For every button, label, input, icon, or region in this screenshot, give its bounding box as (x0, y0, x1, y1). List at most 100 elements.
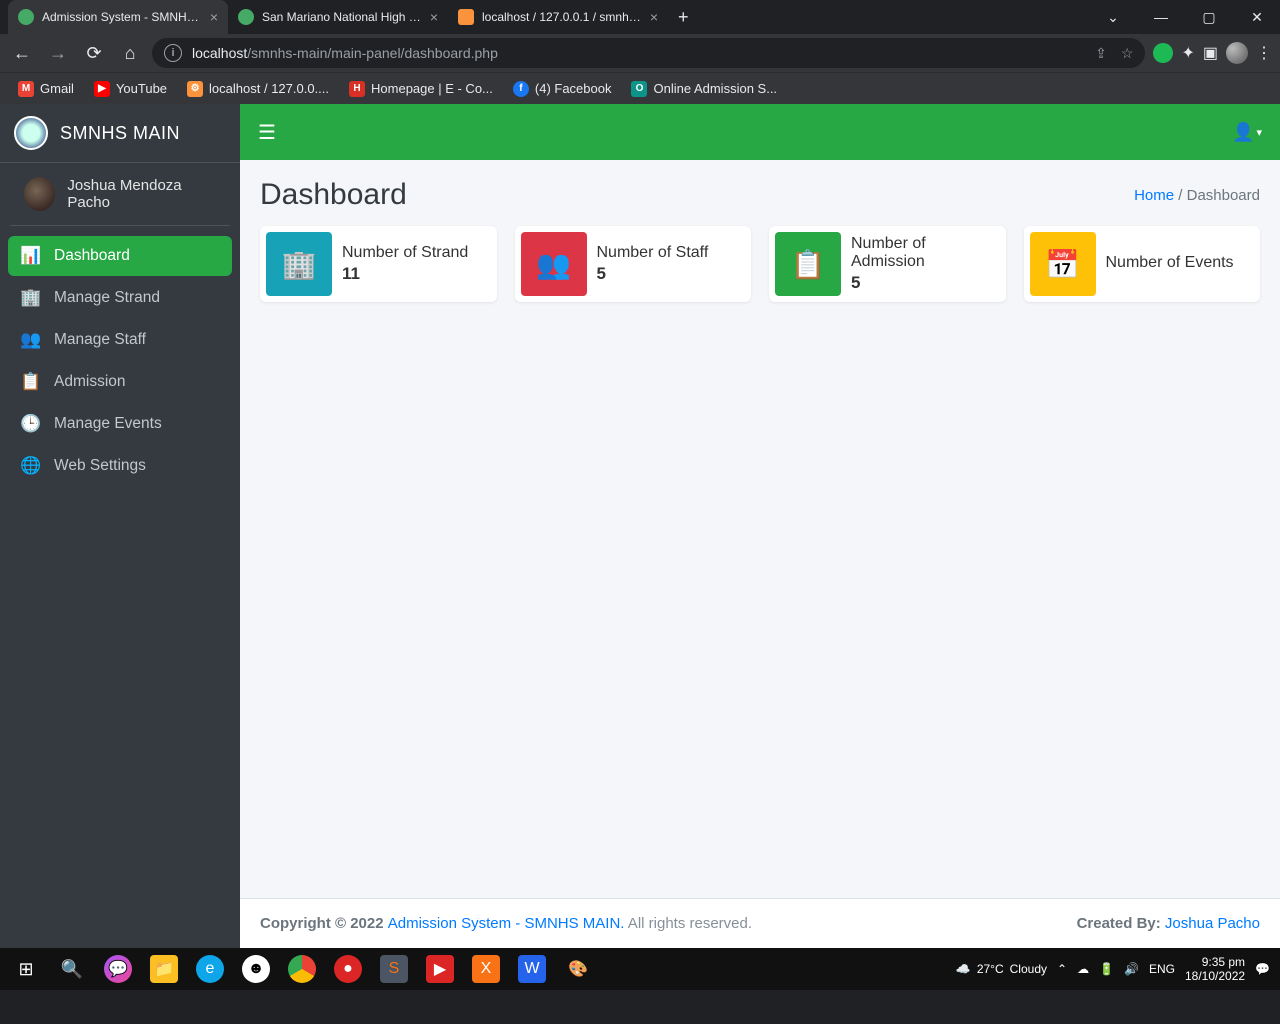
back-button[interactable]: ← (8, 43, 36, 64)
taskbar: ⊞ 🔍 💬 📁 e ☻ ● S ▶ X W 🎨 ☁️ 27°C Cloudy ⌃… (0, 948, 1280, 990)
favicon-icon (18, 9, 34, 25)
bookmark-gmail[interactable]: MGmail (10, 77, 82, 101)
sidebar-item-label: Manage Strand (54, 289, 160, 307)
weather-widget[interactable]: ☁️ 27°C Cloudy (956, 962, 1047, 976)
card-label: Number of Events (1106, 254, 1234, 272)
card-strand[interactable]: 🏢 Number of Strand11 (260, 226, 497, 302)
share-icon[interactable]: ⇪ (1095, 45, 1107, 62)
clock[interactable]: 9:35 pm 18/10/2022 (1185, 955, 1245, 984)
site-info-icon[interactable]: i (164, 44, 182, 62)
extensions-icon[interactable]: ✦ (1181, 43, 1194, 63)
maximize-button[interactable]: ▢ (1186, 1, 1232, 33)
building-icon: 🏢 (266, 232, 332, 296)
taskbar-record[interactable]: ● (326, 948, 370, 990)
new-tab-button[interactable]: + (668, 7, 699, 28)
card-label: Number of Admission (851, 235, 1000, 271)
card-value: 11 (342, 264, 468, 284)
panel-icon[interactable]: ▣ (1203, 43, 1218, 63)
building-icon: 🏢 (20, 288, 42, 308)
taskbar-chrome[interactable] (280, 948, 324, 990)
taskbar-youtube[interactable]: ▶ (418, 948, 462, 990)
bookmark-youtube[interactable]: ▶YouTube (86, 77, 175, 101)
brand[interactable]: SMNHS MAIN (0, 104, 240, 163)
card-admission[interactable]: 📋 Number of Admission5 (769, 226, 1006, 302)
user-panel[interactable]: Joshua Mendoza Pacho (10, 163, 230, 226)
footer-link[interactable]: Admission System - SMNHS MAIN. (388, 915, 625, 932)
language-indicator[interactable]: ENG (1149, 962, 1175, 976)
notifications-icon[interactable]: 💬 (1255, 962, 1270, 976)
bookmark-localhost[interactable]: ⚙localhost / 127.0.0.... (179, 77, 337, 101)
start-button[interactable]: ⊞ (4, 948, 48, 990)
time-text: 9:35 pm (1185, 955, 1245, 969)
search-button[interactable]: 🔍 (50, 948, 94, 990)
bookmark-facebook[interactable]: f(4) Facebook (505, 77, 620, 101)
breadcrumb-sep: / (1178, 187, 1186, 204)
url-text: localhost/smnhs-main/main-panel/dashboar… (192, 45, 1085, 61)
close-icon[interactable]: × (210, 9, 218, 25)
footer: Copyright © 2022 Admission System - SMNH… (240, 898, 1280, 948)
close-window-button[interactable]: ✕ (1234, 1, 1280, 33)
users-icon: 👥 (20, 330, 42, 350)
taskbar-explorer[interactable]: 📁 (142, 948, 186, 990)
system-tray[interactable]: ☁ 🔋 🔊 ENG (1077, 962, 1175, 976)
taskbar-app1[interactable]: ☻ (234, 948, 278, 990)
user-avatar-icon (24, 177, 55, 211)
tray-chevron-icon[interactable]: ⌃ (1057, 962, 1067, 976)
brand-logo-icon (14, 116, 48, 150)
bookmarks-bar: MGmail ▶YouTube ⚙localhost / 127.0.0....… (0, 72, 1280, 104)
breadcrumb-home[interactable]: Home (1134, 187, 1174, 204)
tab-strip: Admission System - SMNHS MAI × San Maria… (0, 0, 1280, 34)
volume-icon[interactable]: 🔊 (1124, 962, 1139, 976)
taskbar-edge[interactable]: e (188, 948, 232, 990)
home-button[interactable]: ⌂ (116, 43, 144, 64)
bookmark-star-icon[interactable]: ☆ (1121, 45, 1134, 62)
browser-tab-3[interactable]: localhost / 127.0.0.1 / smnhs_mai × (448, 0, 668, 34)
bookmark-admission[interactable]: OOnline Admission S... (623, 77, 785, 101)
sidebar-item-manage-strand[interactable]: 🏢 Manage Strand (8, 278, 232, 318)
card-staff[interactable]: 👥 Number of Staff5 (515, 226, 752, 302)
date-text: 18/10/2022 (1185, 969, 1245, 983)
reload-button[interactable]: ⟳ (80, 43, 108, 64)
breadcrumb: Home / Dashboard (1134, 187, 1260, 204)
users-icon: 👥 (521, 232, 587, 296)
close-icon[interactable]: × (650, 9, 658, 25)
user-icon: 👤 (1232, 122, 1254, 143)
battery-icon[interactable]: 🔋 (1099, 962, 1114, 976)
address-bar[interactable]: i localhost/smnhs-main/main-panel/dashbo… (152, 38, 1145, 68)
dropdown-icon[interactable]: ⌄ (1090, 1, 1136, 33)
profile-avatar[interactable] (1226, 42, 1248, 64)
taskbar-xampp[interactable]: X (464, 948, 508, 990)
copyright-text: Copyright © 2022 (260, 915, 388, 932)
sidebar-item-manage-events[interactable]: 🕒Manage Events (8, 404, 232, 444)
sidebar-item-web-settings[interactable]: 🌐Web Settings (8, 446, 232, 486)
taskbar-sublime[interactable]: S (372, 948, 416, 990)
taskbar-word[interactable]: W (510, 948, 554, 990)
created-by-link[interactable]: Joshua Pacho (1165, 915, 1260, 932)
close-icon[interactable]: × (430, 9, 438, 25)
hamburger-icon[interactable]: ☰ (258, 120, 276, 145)
breadcrumb-current: Dashboard (1187, 187, 1260, 204)
taskbar-paint[interactable]: 🎨 (556, 948, 600, 990)
browser-tab-2[interactable]: San Mariano National High Scho × (228, 0, 448, 34)
sidebar-item-label: Dashboard (54, 247, 130, 265)
onedrive-icon[interactable]: ☁ (1077, 962, 1089, 976)
user-menu-button[interactable]: 👤▾ (1232, 122, 1262, 143)
sidebar: SMNHS MAIN Joshua Mendoza Pacho 📊Dashboa… (0, 104, 240, 948)
forward-button[interactable]: → (44, 43, 72, 64)
sidebar-item-manage-staff[interactable]: 👥 Manage Staff (8, 320, 232, 360)
taskbar-messenger[interactable]: 💬 (96, 948, 140, 990)
sidebar-item-admission[interactable]: 📋Admission (8, 362, 232, 402)
card-value: 5 (597, 264, 709, 284)
minimize-button[interactable]: — (1138, 1, 1184, 33)
tab-title: San Mariano National High Scho (262, 10, 422, 24)
bookmark-homepage[interactable]: HHomepage | E - Co... (341, 77, 501, 101)
kebab-menu-icon[interactable]: ⋮ (1256, 43, 1272, 63)
sidebar-item-dashboard[interactable]: 📊Dashboard (8, 236, 232, 276)
extension-icon[interactable] (1153, 43, 1173, 63)
browser-tab-1[interactable]: Admission System - SMNHS MAI × (8, 0, 228, 34)
chevron-down-icon: ▾ (1256, 126, 1262, 139)
sidebar-item-label: Manage Staff (54, 331, 146, 349)
user-name: Joshua Mendoza Pacho (67, 177, 216, 211)
stat-cards: 🏢 Number of Strand11 👥 Number of Staff5 … (240, 226, 1280, 302)
card-events[interactable]: 📅 Number of Events (1024, 226, 1261, 302)
